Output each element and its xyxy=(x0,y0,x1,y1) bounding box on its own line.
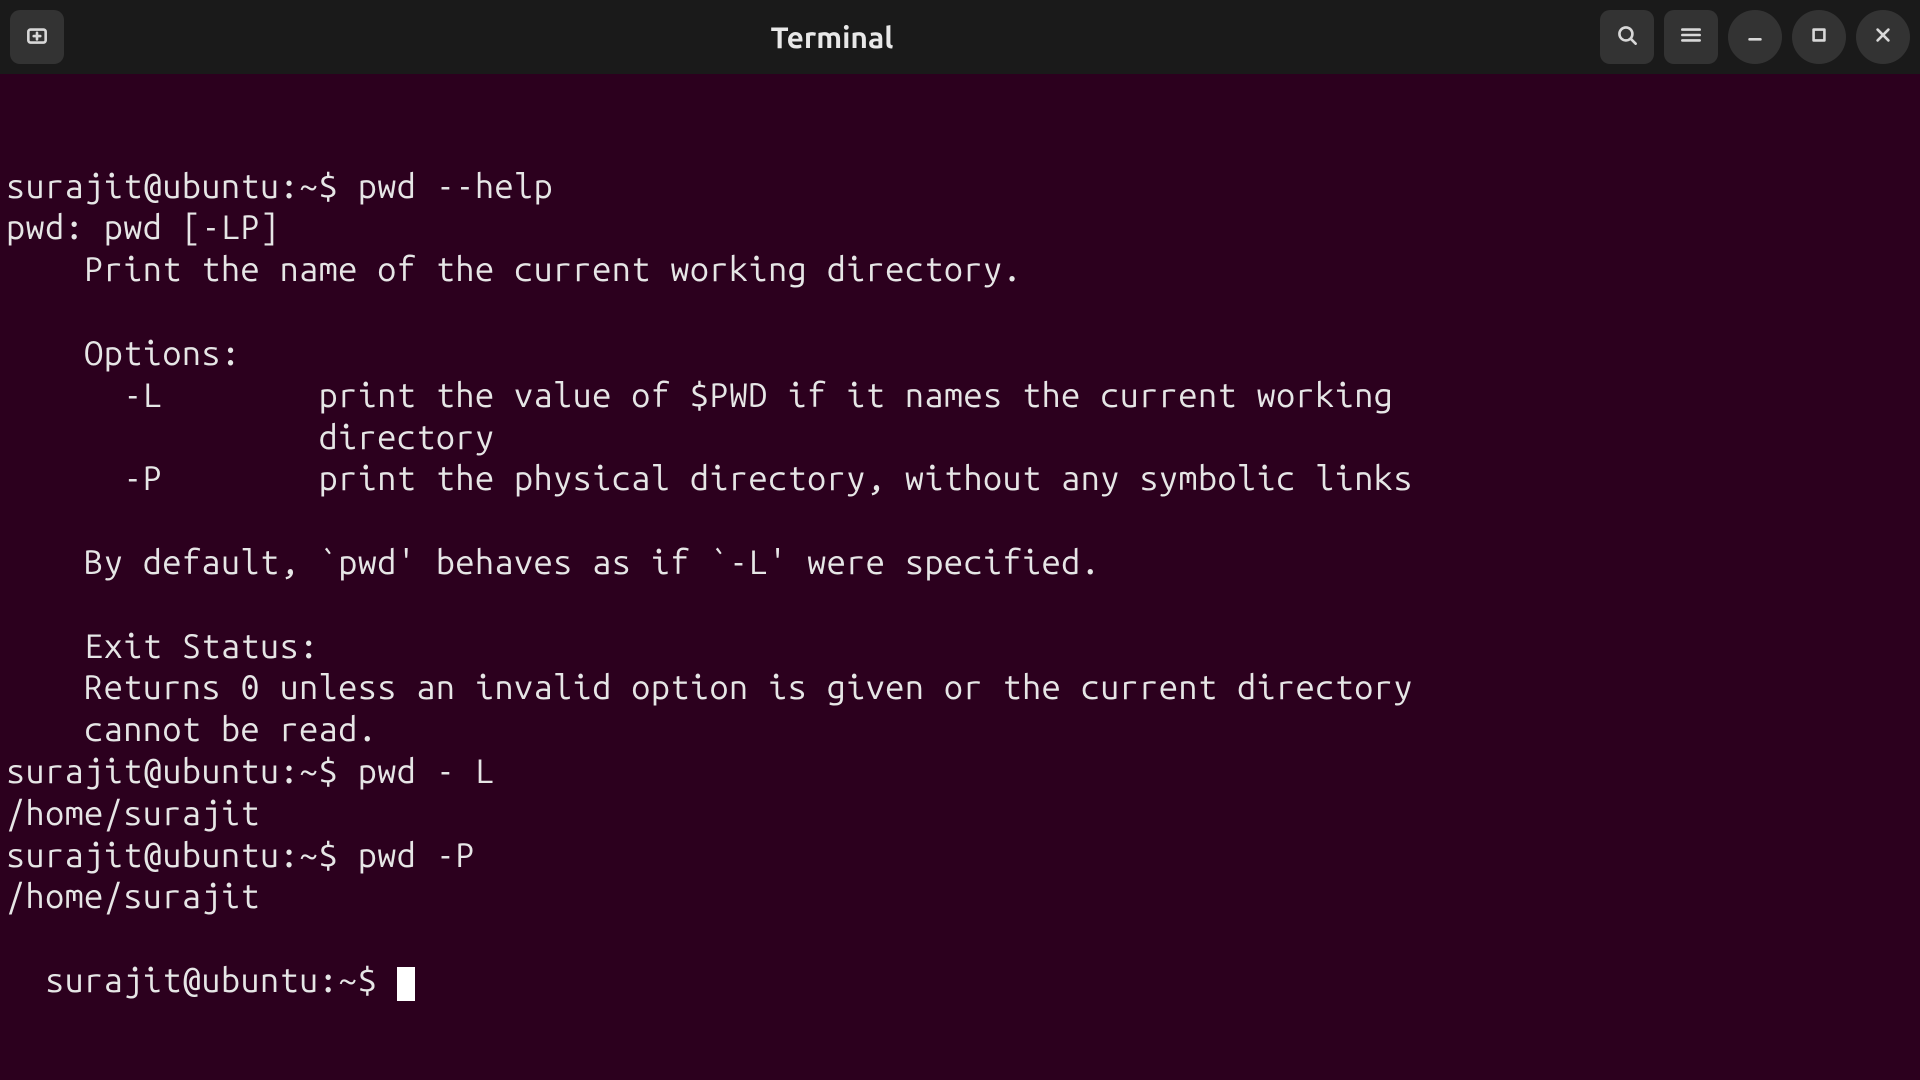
minimize-button[interactable] xyxy=(1728,10,1782,64)
new-tab-button[interactable] xyxy=(10,10,64,64)
close-button[interactable] xyxy=(1856,10,1910,64)
search-icon xyxy=(1614,22,1640,52)
close-icon xyxy=(1870,22,1896,52)
terminal-output: surajit@ubuntu:~$ pwd --help pwd: pwd [-… xyxy=(6,166,1914,919)
window-title: Terminal xyxy=(771,20,894,54)
menu-button[interactable] xyxy=(1664,10,1718,64)
maximize-icon xyxy=(1806,22,1832,52)
maximize-button[interactable] xyxy=(1792,10,1846,64)
minimize-icon xyxy=(1742,22,1768,52)
terminal-prompt: surajit@ubuntu:~$ xyxy=(45,961,397,999)
hamburger-icon xyxy=(1678,22,1704,52)
search-button[interactable] xyxy=(1600,10,1654,64)
terminal-body[interactable]: surajit@ubuntu:~$ pwd --help pwd: pwd [-… xyxy=(0,74,1920,1010)
cursor xyxy=(397,967,415,1001)
new-tab-icon xyxy=(24,22,50,52)
titlebar: Terminal xyxy=(0,0,1920,74)
